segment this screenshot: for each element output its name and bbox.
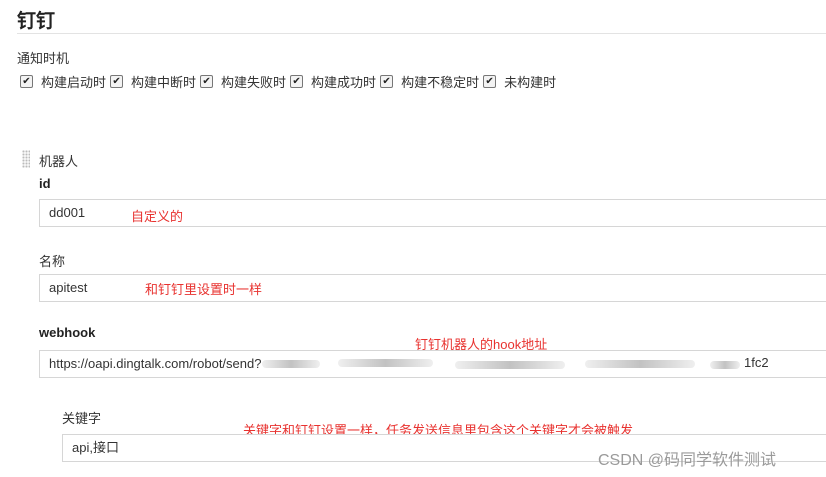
checkbox-label-build-failure: 构建失败时 xyxy=(221,75,287,90)
checkbox-label-not-built: 未构建时 xyxy=(504,75,557,90)
checkbox-label-build-start: 构建启动时 xyxy=(41,75,107,90)
checkbox-build-unstable[interactable]: ✔ xyxy=(380,75,394,88)
redaction-mark xyxy=(710,361,740,369)
webhook-value-end: 1fc2 xyxy=(744,355,769,370)
redaction-mark xyxy=(338,359,433,367)
keyword-label: 关键字 xyxy=(62,411,102,426)
checkbox-label-build-success: 构建成功时 xyxy=(311,75,377,90)
redaction-mark xyxy=(585,360,695,368)
watermark: CSDN @码同学软件测试 xyxy=(598,452,777,469)
page-title: 钉钉 xyxy=(17,11,56,32)
webhook-value-start: https://oapi.dingtalk.com/robot/send? xyxy=(49,356,262,371)
checkbox-not-built[interactable]: ✔ xyxy=(483,75,497,88)
checkbox-build-success[interactable]: ✔ xyxy=(290,75,304,88)
checkbox-build-abort[interactable]: ✔ xyxy=(110,75,124,88)
notify-options: ✔ 构建启动时 ✔ 构建中断时 ✔ 构建失败时 ✔ 构建成功时 ✔ 构建不稳定时… xyxy=(20,72,560,91)
name-annotation: 和钉钉里设置时一样 xyxy=(145,282,263,297)
drag-handle-icon[interactable] xyxy=(22,150,30,168)
webhook-label: webhook xyxy=(39,325,96,340)
name-label: 名称 xyxy=(39,254,66,269)
redaction-mark xyxy=(455,361,565,369)
checkbox-label-build-unstable: 构建不稳定时 xyxy=(401,75,480,90)
checkbox-label-build-abort: 构建中断时 xyxy=(131,75,197,90)
id-label: id xyxy=(39,176,51,191)
redaction-mark xyxy=(262,360,320,368)
id-annotation: 自定义的 xyxy=(131,209,184,224)
checkbox-build-failure[interactable]: ✔ xyxy=(200,75,214,88)
notify-timing-label: 通知时机 xyxy=(17,51,70,66)
robot-section-label: 机器人 xyxy=(39,154,79,169)
checkbox-build-start[interactable]: ✔ xyxy=(20,75,33,88)
title-divider xyxy=(17,33,826,34)
